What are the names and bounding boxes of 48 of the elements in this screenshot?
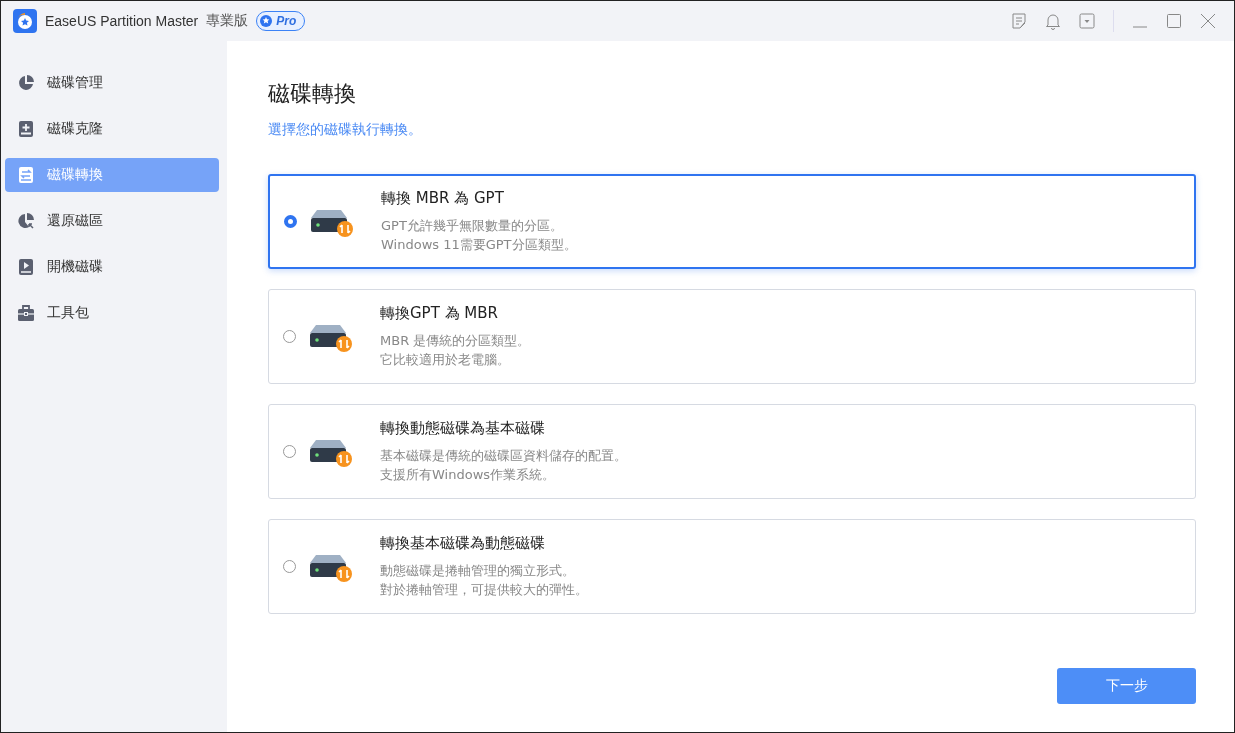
sidebar-item-label: 還原磁區: [47, 212, 103, 230]
option-description: Windows 11需要GPT分區類型。: [381, 236, 577, 254]
radio-button[interactable]: [283, 560, 296, 573]
app-logo-icon: [13, 9, 37, 33]
sidebar-item[interactable]: 工具包: [5, 296, 219, 330]
option-title: 轉換動態磁碟為基本磁碟: [380, 419, 546, 438]
dropdown-icon[interactable]: [1079, 13, 1095, 29]
radio-button[interactable]: [284, 215, 297, 228]
option-description: GPT允許幾乎無限數量的分區。: [381, 217, 564, 235]
page-subtitle: 選擇您的磁碟執行轉換。: [268, 121, 423, 139]
option-card[interactable]: 轉換 MBR 為 GPT GPT允許幾乎無限數量的分區。 Windows 11需要GPT分區類型。: [268, 174, 1196, 269]
option-description: 基本磁碟是傳統的磁碟區資料儲存的配置。: [380, 447, 627, 465]
swap-box-icon: [17, 166, 35, 184]
sidebar-item-label: 磁碟轉換: [47, 166, 103, 184]
option-card[interactable]: 轉換動態磁碟為基本磁碟 基本磁碟是傳統的磁碟區資料儲存的配置。 支援所有Windows作業系統。: [268, 404, 1196, 499]
pro-badge: Pro: [256, 11, 306, 31]
option-title: 轉換GPT 為 MBR: [380, 304, 500, 323]
sidebar-item[interactable]: 磁碟管理: [5, 66, 219, 100]
app-title: EaseUS Partition Master: [45, 13, 199, 29]
sidebar-item-label: 工具包: [47, 304, 89, 322]
option-description: 支援所有Windows作業系統。: [380, 466, 557, 484]
option-description: 動態磁碟是捲軸管理的獨立形式。: [380, 562, 576, 580]
option-description: MBR 是傳統的分區類型。: [380, 332, 531, 350]
page-title: 磁碟轉換: [268, 80, 357, 108]
edition-label: 專業版: [206, 12, 249, 30]
pie-chart-icon: [17, 74, 35, 92]
option-title: 轉換 MBR 為 GPT: [381, 189, 505, 208]
sidebar-item-label: 開機磁碟: [47, 258, 103, 276]
maximize-icon[interactable]: [1166, 13, 1182, 29]
play-box-icon: [17, 258, 35, 276]
option-description: 對於捲軸管理，可提供較大的彈性。: [380, 581, 588, 599]
radio-button[interactable]: [283, 445, 296, 458]
option-title: 轉換基本磁碟為動態磁碟: [380, 534, 546, 553]
pie-arrow-icon: [17, 212, 35, 230]
sidebar-item-label: 磁碟克隆: [47, 120, 103, 138]
notes-icon[interactable]: [1011, 13, 1027, 29]
bell-icon[interactable]: [1045, 12, 1061, 30]
option-card[interactable]: 轉換GPT 為 MBR MBR 是傳統的分區類型。 它比較適用於老電腦。: [268, 289, 1196, 384]
toolbox-icon: [17, 304, 35, 322]
option-description: 它比較適用於老電腦。: [380, 351, 511, 369]
sidebar-item-label: 磁碟管理: [47, 74, 103, 92]
plus-box-icon: [17, 120, 35, 138]
radio-button[interactable]: [283, 330, 296, 343]
close-icon[interactable]: [1200, 13, 1216, 29]
sidebar-item[interactable]: 磁碟克隆: [5, 112, 219, 146]
option-card[interactable]: 轉換基本磁碟為動態磁碟 動態磁碟是捲軸管理的獨立形式。 對於捲軸管理，可提供較大的彈性。: [268, 519, 1196, 614]
sidebar-item[interactable]: 還原磁區: [5, 204, 219, 238]
sidebar-item[interactable]: 開機磁碟: [5, 250, 219, 284]
